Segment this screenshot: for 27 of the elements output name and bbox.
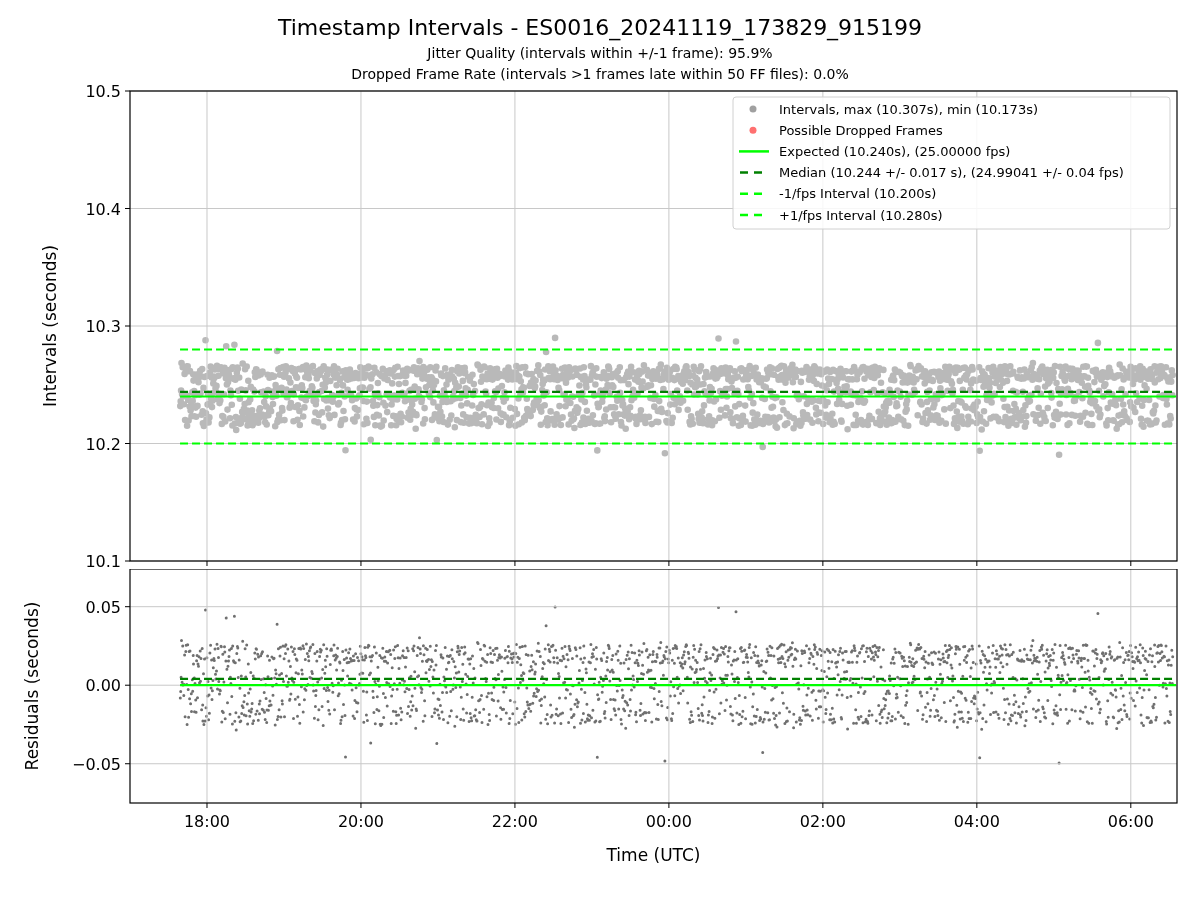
- legend-label: Expected (10.240s), (25.00000 fps): [779, 143, 1011, 159]
- y-tick-label: 0.00: [85, 676, 121, 696]
- x-tick-label: 18:00: [183, 812, 231, 831]
- x-tick-label: 06:00: [1107, 812, 1154, 831]
- chart-title: Timestamp Intervals - ES0016_20241119_173829_915199: [277, 14, 923, 43]
- y-tick-label: 0.05: [85, 597, 121, 617]
- y-tick-label: 10.1: [85, 552, 121, 569]
- x-axis-label: Time (UTC): [606, 845, 701, 865]
- legend-label: Possible Dropped Frames: [779, 122, 943, 138]
- legend-label: -1/fps Interval (10.200s): [779, 186, 937, 202]
- legend-label: Median (10.244 +/- 0.017 s), (24.99041 +/- 0.04 fps): [779, 165, 1124, 181]
- x-tick-label: 22:00: [491, 812, 538, 831]
- legend-label: Intervals, max (10.307s), min (10.173s): [779, 101, 1038, 117]
- chart-subtitle: Dropped Frame Rate (intervals >1 frames late within 50 FF files): 0.0%: [351, 65, 849, 84]
- y-axis-label: Residuals (seconds): [22, 601, 42, 771]
- y-tick-label: 10.5: [85, 85, 121, 101]
- chart-subtitle: Jitter Quality (intervals within +/-1 frame): 95.9%: [427, 44, 773, 63]
- y-axis-label: Intervals (seconds): [40, 244, 60, 408]
- x-tick-label: 04:00: [953, 812, 1000, 831]
- y-tick-label: 10.2: [85, 434, 121, 454]
- x-tick-label: 02:00: [799, 812, 846, 831]
- y-tick-label: −0.05: [71, 754, 121, 774]
- x-tick-label: 00:00: [645, 812, 692, 831]
- y-tick-label: 10.4: [85, 199, 121, 219]
- y-tick-label: 10.3: [85, 317, 121, 336]
- legend-label: +1/fps Interval (10.280s): [779, 207, 943, 223]
- x-tick-label: 20:00: [337, 812, 384, 831]
